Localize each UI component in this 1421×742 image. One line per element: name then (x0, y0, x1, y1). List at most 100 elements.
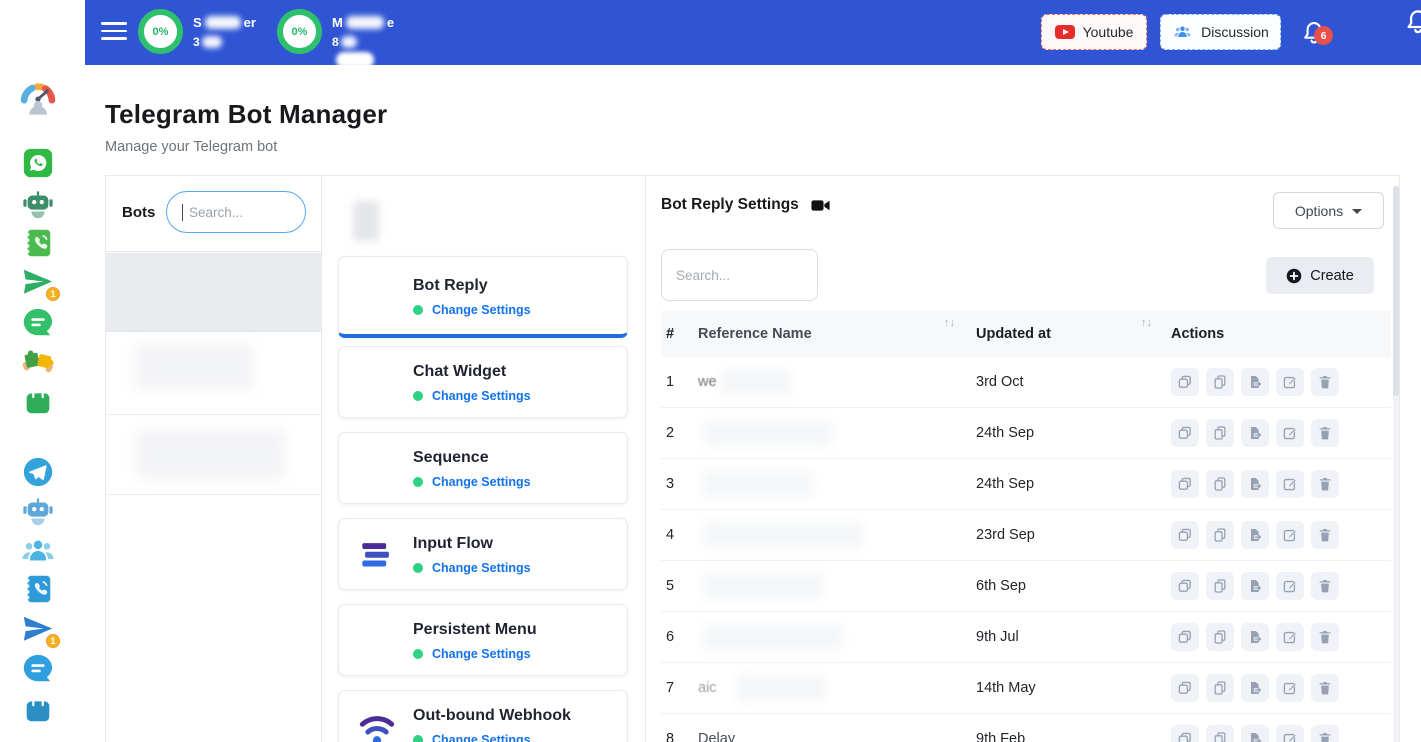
change-settings-link[interactable]: Change Settings (432, 733, 531, 742)
ecommerce-bag-green-icon[interactable] (21, 383, 55, 417)
table-search (661, 249, 818, 301)
ecommerce-bag-blue-icon[interactable] (21, 691, 55, 725)
duplicate-icon[interactable] (1206, 419, 1234, 447)
change-settings-link[interactable]: Change Settings (432, 561, 531, 575)
chatbot-blue-icon[interactable] (21, 494, 55, 528)
export-icon[interactable] (1241, 725, 1269, 742)
copy-icon[interactable] (1171, 470, 1199, 498)
integration-puzzle-icon[interactable] (21, 344, 55, 378)
feature-card-persistent-menu[interactable]: Persistent Menu Change Settings (338, 604, 628, 676)
youtube-button[interactable]: Youtube (1041, 14, 1147, 50)
broadcast-green-icon[interactable]: 1 (21, 265, 55, 299)
delete-icon[interactable] (1311, 725, 1339, 742)
bot-list-item-selected[interactable] (106, 253, 321, 332)
contact-book-blue-icon[interactable] (21, 572, 55, 606)
bot-list-item[interactable] (106, 332, 321, 415)
feature-card-input-flow[interactable]: Input Flow Change Settings (338, 518, 628, 590)
edit-icon[interactable] (1276, 470, 1304, 498)
hamburger-menu-icon[interactable] (101, 22, 127, 42)
change-settings-link[interactable]: Change Settings (432, 303, 531, 317)
copy-icon[interactable] (1171, 419, 1199, 447)
discussion-button[interactable]: Discussion (1160, 14, 1281, 50)
scrollbar[interactable] (1393, 186, 1399, 742)
bots-search-input[interactable] (189, 192, 297, 232)
live-chat-green-icon[interactable] (21, 306, 55, 340)
edit-icon[interactable] (1276, 572, 1304, 600)
contact-book-green-icon[interactable] (21, 226, 55, 260)
row-number: 7 (661, 680, 698, 696)
export-icon[interactable] (1241, 572, 1269, 600)
export-icon[interactable] (1241, 470, 1269, 498)
telegram-icon[interactable] (21, 455, 55, 489)
redaction-blob (703, 522, 863, 548)
notification-bell-icon[interactable]: 6 (1300, 18, 1334, 52)
feature-card-chat-widget[interactable]: Chat Widget Change Settings (338, 346, 628, 418)
delete-icon[interactable] (1311, 521, 1339, 549)
youtube-icon (1055, 25, 1075, 39)
updated-date: 9th Jul (976, 629, 1171, 645)
edit-icon[interactable] (1276, 368, 1304, 396)
table-search-input[interactable] (662, 250, 817, 300)
group-blue-icon[interactable] (21, 534, 55, 568)
sort-icon[interactable]: ↑↓ (944, 317, 955, 329)
bot-list-item[interactable] (106, 415, 321, 495)
change-settings-link[interactable]: Change Settings (432, 389, 531, 403)
export-icon[interactable] (1241, 419, 1269, 447)
duplicate-icon[interactable] (1206, 623, 1234, 651)
bars-icon (355, 533, 399, 577)
copy-icon[interactable] (1171, 623, 1199, 651)
whatsapp-icon[interactable] (21, 146, 55, 180)
duplicate-icon[interactable] (1206, 470, 1234, 498)
copy-icon[interactable] (1171, 521, 1199, 549)
create-button[interactable]: Create (1266, 257, 1374, 294)
status-dot (413, 305, 423, 315)
change-settings-link[interactable]: Change Settings (432, 647, 531, 661)
export-icon[interactable] (1241, 674, 1269, 702)
delete-icon[interactable] (1311, 572, 1339, 600)
edit-icon[interactable] (1276, 674, 1304, 702)
delete-icon[interactable] (1311, 419, 1339, 447)
scrollbar-thumb[interactable] (1393, 186, 1399, 396)
progress-ring: 0% (277, 9, 322, 54)
feature-card-sequence[interactable]: Sequence Change Settings (338, 432, 628, 504)
dashboard-gauge-icon[interactable] (18, 78, 58, 118)
delete-icon[interactable] (1311, 674, 1339, 702)
stat-count: 8 (332, 35, 339, 49)
chatbot-green-icon[interactable] (21, 187, 55, 221)
copy-icon[interactable] (1171, 368, 1199, 396)
row-number: 6 (661, 629, 698, 645)
edit-icon[interactable] (1276, 623, 1304, 651)
copy-icon[interactable] (1171, 674, 1199, 702)
video-camera-icon[interactable] (811, 198, 830, 213)
copy-icon[interactable] (1171, 725, 1199, 742)
options-button[interactable]: Options (1273, 192, 1384, 229)
export-icon[interactable] (1241, 521, 1269, 549)
feature-card-bot-reply[interactable]: Bot Reply Change Settings (338, 256, 628, 338)
export-icon[interactable] (1241, 368, 1269, 396)
live-chat-blue-icon[interactable] (21, 652, 55, 686)
duplicate-icon[interactable] (1206, 368, 1234, 396)
updated-date: 24th Sep (976, 476, 1171, 492)
copy-icon[interactable] (1171, 572, 1199, 600)
broadcast-blue-icon[interactable]: 1 (21, 612, 55, 646)
redaction-blob (134, 344, 254, 390)
feature-card-outbound-webhook[interactable]: Out-bound Webhook Change Settings (338, 690, 628, 742)
duplicate-icon[interactable] (1206, 572, 1234, 600)
feature-title: Chat Widget (413, 363, 506, 381)
change-settings-link[interactable]: Change Settings (432, 475, 531, 489)
edit-icon[interactable] (1276, 521, 1304, 549)
delete-icon[interactable] (1311, 623, 1339, 651)
feature-title: Sequence (413, 449, 489, 467)
duplicate-icon[interactable] (1206, 674, 1234, 702)
delete-icon[interactable] (1311, 368, 1339, 396)
duplicate-icon[interactable] (1206, 521, 1234, 549)
duplicate-icon[interactable] (1206, 725, 1234, 742)
export-icon[interactable] (1241, 623, 1269, 651)
edit-icon[interactable] (1276, 725, 1304, 742)
reference-name: Delay (698, 731, 976, 742)
delete-icon[interactable] (1311, 470, 1339, 498)
sort-icon[interactable]: ↑↓ (1141, 317, 1152, 329)
edit-icon[interactable] (1276, 419, 1304, 447)
wifi-icon (355, 705, 399, 742)
row-number: 1 (661, 374, 698, 390)
